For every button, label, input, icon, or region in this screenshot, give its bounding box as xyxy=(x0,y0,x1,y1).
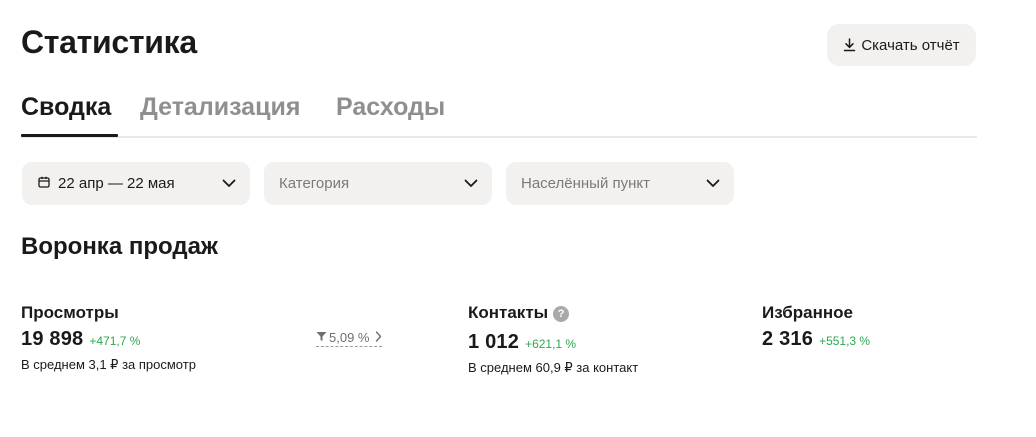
chevron-right-icon xyxy=(375,330,382,345)
favorites-delta: +551,3 % xyxy=(819,334,871,348)
active-tab-indicator xyxy=(21,134,118,137)
contacts-delta: +621,1 % xyxy=(525,337,577,351)
contacts-value-row: 1 012 +621,1 % xyxy=(468,331,576,354)
favorites-value-row: 2 316 +551,3 % xyxy=(762,328,870,351)
tab-summary[interactable]: Сводка xyxy=(21,90,118,138)
download-report-label: Скачать отчёт xyxy=(861,36,960,54)
conversion-rate-link[interactable]: 5,09 % xyxy=(316,330,383,347)
calendar-icon xyxy=(38,175,50,192)
date-range-filter[interactable]: 22 апр — 22 мая xyxy=(22,162,250,205)
help-icon[interactable]: ? xyxy=(553,306,570,322)
favorites-value: 2 316 xyxy=(762,328,814,350)
tab-expenses-label: Расходы xyxy=(336,93,446,121)
tab-summary-label: Сводка xyxy=(21,93,112,121)
download-icon xyxy=(843,38,856,52)
favorites-label: Избранное xyxy=(762,303,853,322)
views-delta: +471,7 % xyxy=(89,334,141,348)
date-range-value: 22 апр — 22 мая xyxy=(58,175,175,192)
location-placeholder: Населённый пункт xyxy=(521,175,651,192)
chevron-down-icon xyxy=(464,175,478,192)
contacts-value: 1 012 xyxy=(468,331,520,353)
page-title: Статистика xyxy=(21,24,197,60)
download-report-button[interactable]: Скачать отчёт xyxy=(827,24,976,66)
views-value-row: 19 898 +471,7 % xyxy=(21,328,140,351)
location-filter[interactable]: Населённый пункт xyxy=(506,162,734,205)
chevron-down-icon xyxy=(706,175,720,192)
views-label: Просмотры xyxy=(21,303,119,322)
views-value: 19 898 xyxy=(21,328,84,350)
views-average: В среднем 3,1 ₽ за просмотр xyxy=(21,357,196,372)
funnel-filter-icon xyxy=(316,330,327,345)
category-placeholder: Категория xyxy=(279,175,350,192)
tab-expenses[interactable]: Расходы xyxy=(336,90,445,138)
statistics-page: Статистика Скачать отчёт Сводка Детализа… xyxy=(0,0,1036,437)
contacts-average: В среднем 60,9 ₽ за контакт xyxy=(468,360,639,375)
sales-funnel-title: Воронка продаж xyxy=(21,233,218,260)
tab-details-label: Детализация xyxy=(140,93,301,121)
contacts-label: Контакты xyxy=(468,303,549,322)
chevron-down-icon xyxy=(222,175,236,192)
tab-details[interactable]: Детализация xyxy=(140,90,300,138)
contacts-label-row: Контакты? xyxy=(468,302,570,324)
category-filter[interactable]: Категория xyxy=(264,162,492,205)
tab-bar: Сводка Детализация Расходы xyxy=(21,90,977,138)
conversion-rate-value: 5,09 % xyxy=(329,330,370,345)
